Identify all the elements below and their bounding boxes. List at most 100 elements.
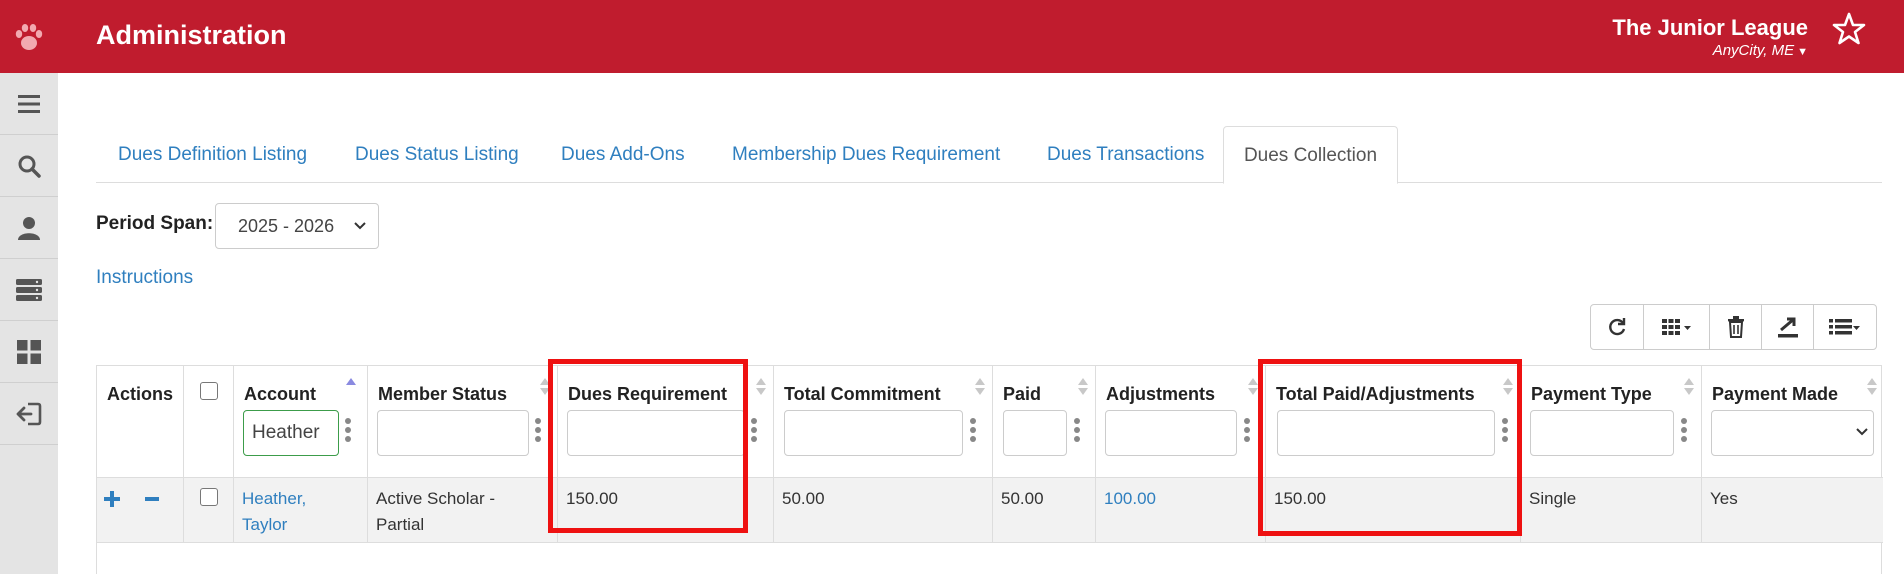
payment-made-filter-select[interactable]: [1711, 410, 1874, 456]
paid-filter-input[interactable]: [1003, 410, 1067, 456]
column-header-member-status[interactable]: Member Status: [368, 366, 558, 477]
adjustments-link[interactable]: 100.00: [1104, 486, 1156, 512]
export-button[interactable]: [1762, 305, 1814, 349]
server-icon: [16, 278, 42, 301]
column-label: Actions: [107, 384, 174, 404]
column-header-adjustments[interactable]: Adjustments: [1096, 366, 1266, 477]
trash-icon: [1727, 316, 1744, 338]
column-header-paid[interactable]: Paid: [993, 366, 1096, 477]
table-toolbar: [1590, 304, 1877, 350]
dues-tabs: Dues Definition Listing Dues Status List…: [96, 126, 1882, 184]
column-label: Member Status: [378, 384, 508, 404]
organization-city[interactable]: AnyCity, ME ▼: [1612, 42, 1808, 59]
member-status-cell: Active Scholar - Partial: [368, 477, 558, 543]
column-label: Total Commitment: [784, 384, 941, 404]
paid-value: 50.00: [1001, 489, 1044, 508]
list-options-button[interactable]: [1814, 305, 1876, 349]
organization-name: The Junior League: [1612, 15, 1808, 40]
sidebar-item-server[interactable]: [0, 259, 58, 321]
tab-dues-status-listing[interactable]: Dues Status Listing: [355, 126, 519, 183]
organization-city-label: AnyCity, ME: [1712, 42, 1795, 59]
period-span-value: 2025 - 2026: [238, 216, 335, 236]
organization-switcher[interactable]: The Junior League AnyCity, ME ▼: [1612, 15, 1808, 59]
tab-dues-add-ons[interactable]: Dues Add-Ons: [561, 126, 685, 183]
column-header-payment-type[interactable]: Payment Type: [1521, 366, 1702, 477]
payment-made-cell: Yes: [1702, 477, 1883, 543]
dashboard-icon: [17, 339, 41, 364]
total-commitment-value: 50.00: [782, 489, 825, 508]
column-label: Account: [244, 384, 316, 404]
highlight-box-total-paid-adjustments: [1258, 359, 1522, 536]
columns-button[interactable]: [1644, 305, 1710, 349]
total-commitment-cell: 50.00: [774, 477, 993, 543]
top-header-bar: Administration The Junior League AnyCity…: [0, 0, 1904, 73]
column-header-select: [184, 366, 234, 477]
sidebar-item-menu[interactable]: [0, 73, 58, 135]
paid-cell: 50.00: [993, 477, 1096, 543]
sidebar-item-search[interactable]: [0, 135, 58, 197]
period-span-label: Period Span:: [96, 213, 214, 234]
menu-icon: [18, 94, 40, 113]
row-checkbox[interactable]: [200, 488, 218, 506]
period-span-select[interactable]: 2025 - 2026: [215, 203, 379, 249]
row-select-cell: [184, 477, 234, 543]
column-label: Adjustments: [1106, 384, 1216, 404]
chevron-down-icon: [354, 204, 366, 264]
search-icon: [18, 155, 41, 178]
sidebar-item-dashboard[interactable]: [0, 321, 58, 383]
sort-icon[interactable]: [1867, 376, 1877, 398]
column-header-account[interactable]: Account Heather: [234, 366, 368, 477]
column-header-total-commitment[interactable]: Total Commitment: [774, 366, 993, 477]
add-icon[interactable]: [103, 490, 121, 508]
sidebar-item-user[interactable]: [0, 197, 58, 259]
sort-icon[interactable]: [1684, 376, 1694, 398]
sort-ascending-icon[interactable]: [346, 376, 356, 398]
chevron-down-icon: [1856, 428, 1868, 436]
export-icon: [1777, 317, 1798, 338]
highlight-box-dues-requirement: [548, 359, 748, 533]
tab-dues-transactions[interactable]: Dues Transactions: [1047, 126, 1204, 183]
select-all-checkbox[interactable]: [200, 382, 218, 400]
tab-dues-definition-listing[interactable]: Dues Definition Listing: [118, 126, 307, 183]
payment-type-filter-input[interactable]: [1530, 410, 1674, 456]
filter-options-icon[interactable]: [1244, 418, 1250, 446]
adjustments-cell: 100.00: [1096, 477, 1266, 543]
total-commitment-filter-input[interactable]: [784, 410, 963, 456]
paw-logo-icon[interactable]: [0, 0, 58, 73]
list-icon: [1829, 319, 1860, 335]
member-status-value: Active Scholar - Partial: [376, 489, 496, 534]
filter-options-icon[interactable]: [1074, 418, 1080, 446]
column-header-payment-made[interactable]: Payment Made: [1702, 366, 1883, 477]
refresh-icon: [1609, 318, 1626, 336]
sign-out-icon: [16, 402, 42, 425]
remove-icon[interactable]: [143, 490, 161, 508]
filter-options-icon[interactable]: [1681, 418, 1687, 446]
delete-button[interactable]: [1710, 305, 1762, 349]
account-link[interactable]: Heather, Taylor: [242, 486, 322, 538]
favorite-star-icon[interactable]: [1832, 12, 1866, 46]
member-status-filter-input[interactable]: [377, 410, 529, 456]
filter-options-icon[interactable]: [535, 418, 541, 446]
column-label: Payment Made: [1712, 384, 1839, 404]
sort-icon[interactable]: [1248, 376, 1258, 398]
payment-type-value: Single: [1529, 489, 1577, 508]
adjustments-filter-input[interactable]: [1105, 410, 1237, 456]
sort-icon[interactable]: [975, 376, 985, 398]
sort-icon[interactable]: [756, 376, 766, 398]
filter-options-icon[interactable]: [345, 418, 351, 446]
column-label: Paid: [1003, 384, 1042, 404]
sort-icon[interactable]: [1078, 376, 1088, 398]
tab-dues-collection[interactable]: Dues Collection: [1223, 126, 1398, 184]
columns-icon: [1661, 319, 1691, 335]
sidebar-item-sign-out[interactable]: [0, 383, 58, 445]
filter-options-icon[interactable]: [970, 418, 976, 446]
payment-made-value: Yes: [1710, 489, 1738, 508]
instructions-link[interactable]: Instructions: [96, 267, 193, 289]
tab-membership-dues-requirement[interactable]: Membership Dues Requirement: [732, 126, 1000, 183]
user-icon: [18, 216, 40, 240]
filter-options-icon[interactable]: [751, 418, 757, 446]
account-filter-input[interactable]: Heather: [243, 410, 339, 456]
payment-type-cell: Single: [1521, 477, 1702, 543]
refresh-button[interactable]: [1591, 305, 1644, 349]
sidebar: [0, 73, 58, 574]
